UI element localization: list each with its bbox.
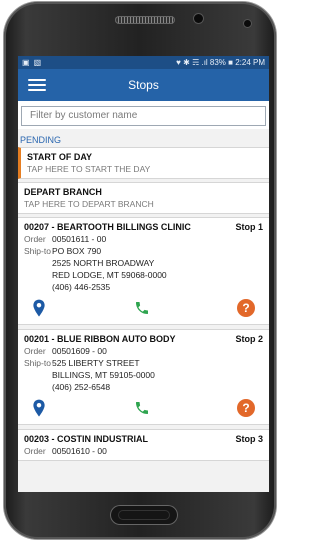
phone-icon[interactable]	[134, 300, 150, 316]
order-label: Order	[24, 445, 46, 456]
ship-line-3: RED LODGE, MT 59068-0000	[52, 269, 167, 280]
notification-icon: ▣	[22, 58, 30, 67]
start-of-day-card[interactable]: START OF DAY TAP HERE TO START THE DAY	[18, 146, 269, 179]
order-value: 00501611 - 00	[52, 233, 107, 244]
stop-card[interactable]: 00203 - COSTIN INDUSTRIAL Stop 3 Order 00…	[18, 428, 269, 461]
page-title: Stops	[128, 78, 159, 92]
sensor	[244, 20, 251, 27]
ship-line-1: 525 LIBERTY STREET	[52, 357, 140, 368]
phone-number: (406) 252-6548	[52, 381, 111, 392]
map-pin-icon[interactable]	[32, 299, 46, 317]
stop-customer: 00203 - COSTIN INDUSTRIAL	[24, 433, 149, 444]
ship-line-1: PO BOX 790	[52, 245, 102, 256]
help-icon[interactable]: ?	[237, 398, 255, 417]
image-icon: ▧	[33, 58, 42, 67]
order-label: Order	[24, 345, 46, 356]
ship-to-label: Ship-to	[24, 357, 51, 368]
front-camera	[194, 14, 203, 23]
stop-number: Stop 1	[235, 221, 263, 232]
speaker-grille	[115, 16, 175, 24]
stop-customer: 00207 - BEARTOOTH BILLINGS CLINIC	[24, 221, 191, 232]
section-pending: PENDING	[18, 128, 269, 147]
status-bar: ▣ ▧ ♥ ✱ ☴ .ıl 83% ■ 2:24 PM	[18, 56, 269, 69]
phone-number: (406) 446-2535	[52, 281, 111, 292]
home-button[interactable]	[110, 505, 178, 525]
phone-icon[interactable]	[134, 400, 150, 416]
map-pin-icon[interactable]	[32, 399, 46, 417]
order-value: 00501609 - 00	[52, 345, 107, 356]
order-label: Order	[24, 233, 46, 244]
ship-to-label: Ship-to	[24, 245, 51, 256]
stop-number: Stop 3	[235, 433, 263, 444]
status-right: ♥ ✱ ☴ .ıl 83% ■ 2:24 PM	[176, 58, 265, 67]
stop-customer: 00201 - BLUE RIBBON AUTO BODY	[24, 333, 176, 344]
ship-line-2: 2525 NORTH BROADWAY	[52, 257, 155, 268]
app-bar: Stops	[18, 69, 269, 101]
help-icon[interactable]: ?	[237, 298, 255, 317]
screen: ▣ ▧ ♥ ✱ ☴ .ıl 83% ■ 2:24 PM Stops PENDIN…	[18, 56, 269, 492]
order-value: 00501610 - 00	[52, 445, 107, 456]
hamburger-icon[interactable]	[28, 79, 46, 91]
stop-card[interactable]: 00201 - BLUE RIBBON AUTO BODY Stop 2 Ord…	[18, 328, 269, 425]
depart-branch-card[interactable]: DEPART BRANCH TAP HERE TO DEPART BRANCH	[18, 181, 269, 214]
filter-input[interactable]	[21, 105, 266, 126]
stop-card[interactable]: 00207 - BEARTOOTH BILLINGS CLINIC Stop 1…	[18, 216, 269, 325]
ship-line-2: BILLINGS, MT 59105-0000	[52, 369, 155, 380]
stop-number: Stop 2	[235, 333, 263, 344]
